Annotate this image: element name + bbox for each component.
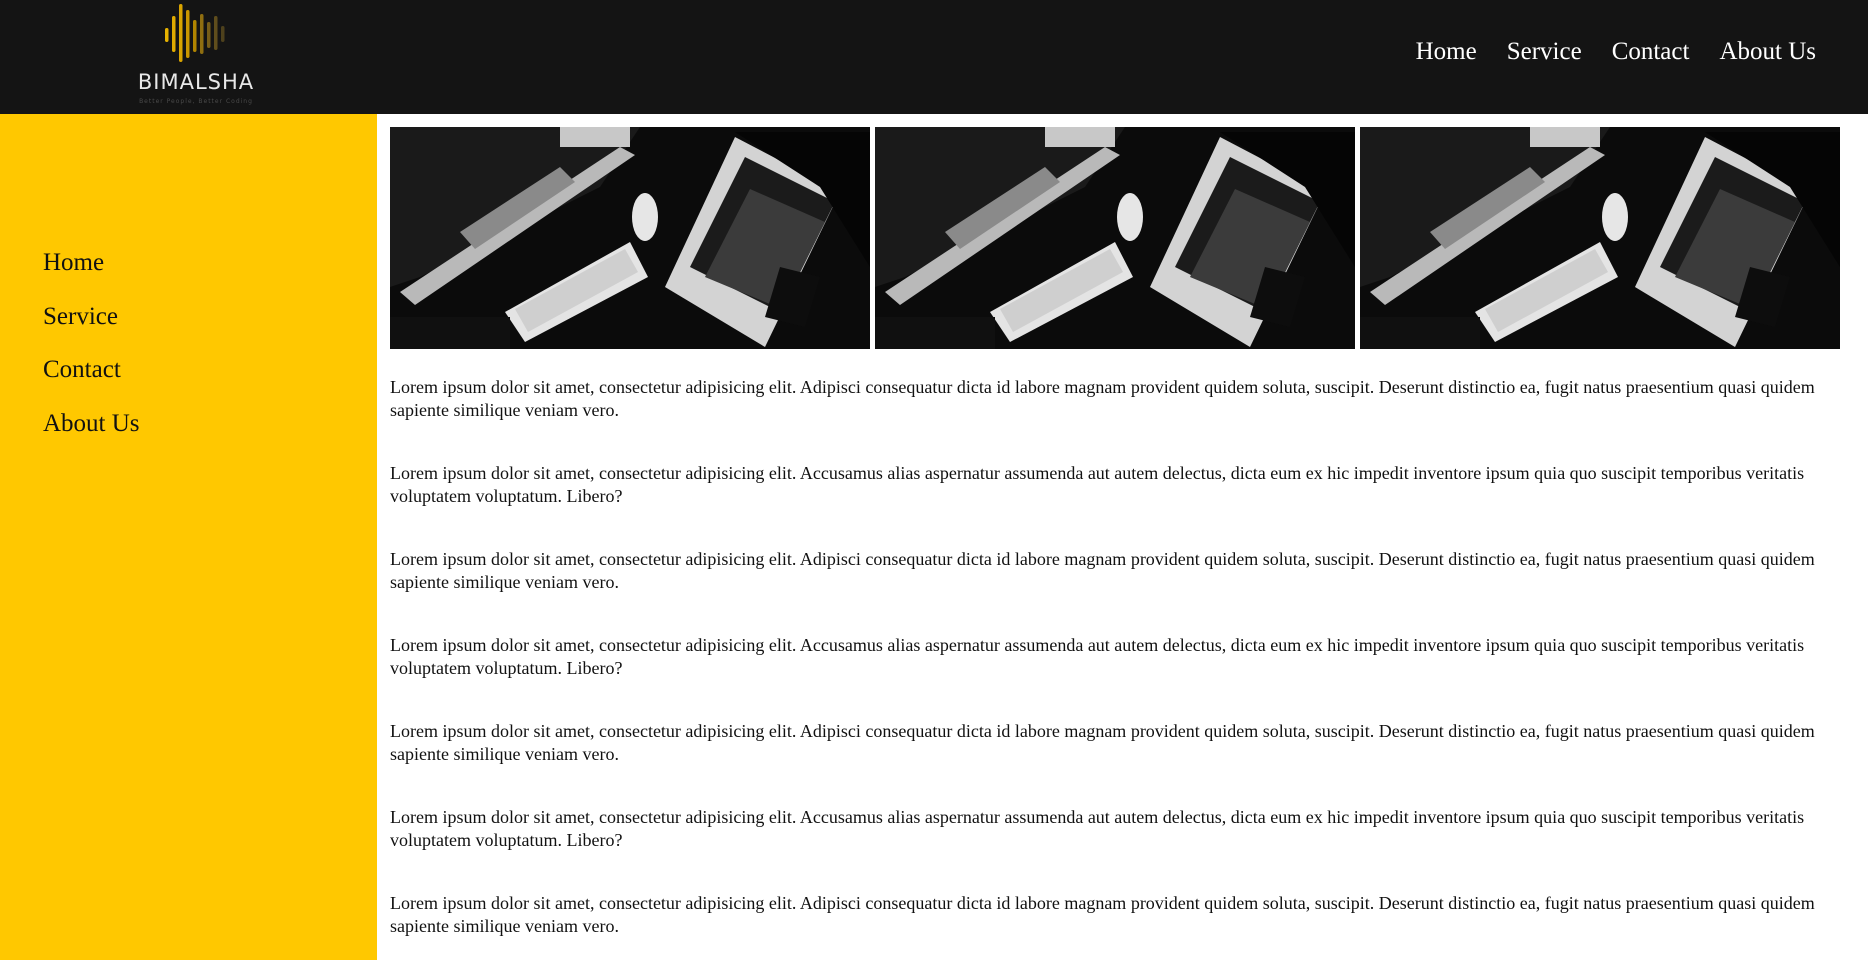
main-content: Lorem ipsum dolor sit amet, consectetur …	[390, 127, 1840, 938]
site-header: BIMALSHA Better People, Better Coding Ho…	[0, 0, 1868, 114]
sidebar-item-contact[interactable]: Contact	[43, 355, 140, 385]
brand-tagline: Better People, Better Coding	[139, 98, 253, 105]
sidebar-nav: Home Service Contact About Us	[43, 248, 140, 462]
header-nav-home[interactable]: Home	[1416, 36, 1477, 68]
brand-logo[interactable]: BIMALSHA Better People, Better Coding	[126, 2, 266, 108]
desk-workspace-image	[1360, 127, 1840, 349]
desk-workspace-image	[875, 127, 1355, 349]
header-nav-about-us[interactable]: About Us	[1719, 36, 1816, 68]
gallery-image	[1360, 127, 1840, 349]
header-nav-service[interactable]: Service	[1507, 36, 1582, 68]
sidebar-item-about-us[interactable]: About Us	[43, 409, 140, 439]
soundwave-logo-icon	[165, 4, 225, 62]
image-gallery	[390, 127, 1840, 349]
header-nav-contact[interactable]: Contact	[1612, 36, 1690, 68]
sidebar: Home Service Contact About Us	[0, 114, 377, 960]
article-body: Lorem ipsum dolor sit amet, consectetur …	[390, 376, 1840, 938]
paragraph: Lorem ipsum dolor sit amet, consectetur …	[390, 807, 1805, 850]
gallery-image	[875, 127, 1355, 349]
brand-name: BIMALSHA	[137, 70, 255, 94]
paragraph: Lorem ipsum dolor sit amet, consectetur …	[390, 377, 1815, 420]
paragraph: Lorem ipsum dolor sit amet, consectetur …	[390, 635, 1805, 678]
paragraph: Lorem ipsum dolor sit amet, consectetur …	[390, 721, 1815, 764]
paragraph: Lorem ipsum dolor sit amet, consectetur …	[390, 893, 1815, 936]
sidebar-item-service[interactable]: Service	[43, 302, 140, 332]
header-nav: Home Service Contact About Us	[1416, 36, 1816, 68]
paragraph: Lorem ipsum dolor sit amet, consectetur …	[390, 549, 1815, 592]
gallery-image	[390, 127, 870, 349]
paragraph: Lorem ipsum dolor sit amet, consectetur …	[390, 463, 1805, 506]
desk-workspace-image	[390, 127, 870, 349]
sidebar-item-home[interactable]: Home	[43, 248, 140, 278]
